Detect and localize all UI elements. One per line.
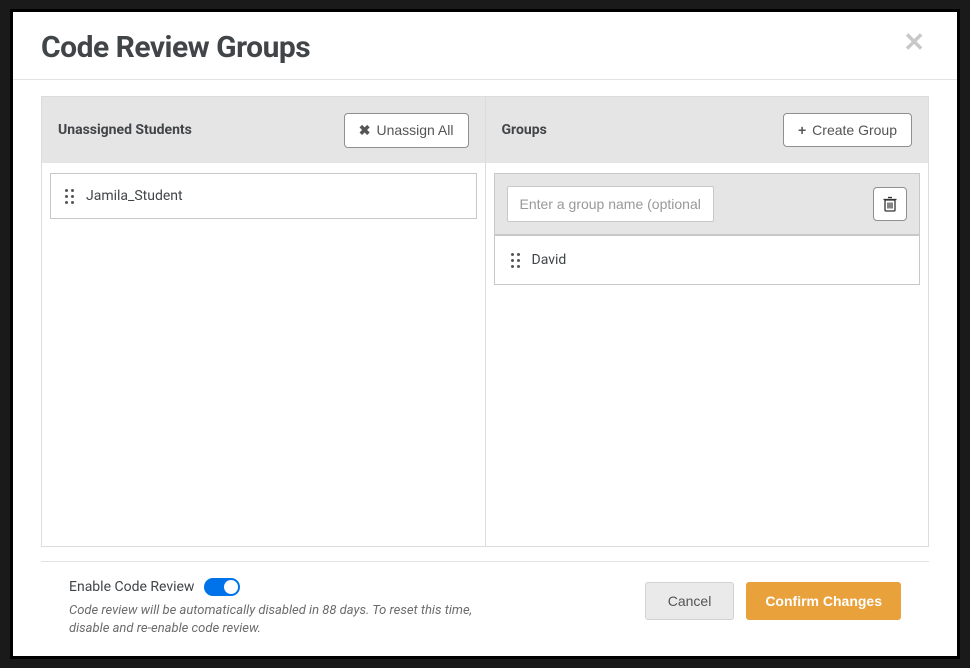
groups-panel-header: Groups + Create Group <box>486 97 929 163</box>
unassign-all-label: Unassign All <box>376 122 453 138</box>
delete-group-button[interactable] <box>873 187 907 221</box>
footer-left: Enable Code Review Code review will be a… <box>69 578 489 638</box>
modal-body: Unassigned Students ✖ Unassign All Jamil… <box>13 80 957 656</box>
unassigned-panel-title: Unassigned Students <box>58 122 192 138</box>
drag-handle-icon[interactable] <box>509 253 522 268</box>
member-name: David <box>532 252 567 268</box>
unassigned-students-panel: Unassigned Students ✖ Unassign All Jamil… <box>42 97 486 546</box>
unassign-all-button[interactable]: ✖ Unassign All <box>344 113 469 148</box>
plus-icon: + <box>798 122 806 138</box>
cancel-button[interactable]: Cancel <box>645 582 735 620</box>
footer-right: Cancel Confirm Changes <box>645 582 901 620</box>
helper-text: Code review will be automatically disabl… <box>69 602 489 638</box>
groups-list: David <box>486 163 929 546</box>
group-block: David <box>494 173 921 285</box>
groups-panel: Groups + Create Group <box>486 97 929 546</box>
enable-code-review-toggle[interactable] <box>204 578 240 596</box>
x-icon: ✖ <box>359 122 371 139</box>
member-item[interactable]: David <box>505 246 910 274</box>
drag-handle-icon[interactable] <box>63 189 76 204</box>
code-review-groups-modal: Code Review Groups ✕ Unassigned Students… <box>10 9 960 659</box>
trash-icon <box>883 196 897 212</box>
group-members: David <box>495 236 920 284</box>
group-name-input[interactable] <box>507 186 714 222</box>
unassigned-list: Jamila_Student <box>42 163 485 546</box>
student-name: Jamila_Student <box>86 188 183 204</box>
modal-header: Code Review Groups ✕ <box>13 12 957 80</box>
toggle-knob <box>224 580 238 594</box>
student-item[interactable]: Jamila_Student <box>50 173 477 219</box>
panels: Unassigned Students ✖ Unassign All Jamil… <box>41 96 929 547</box>
create-group-label: Create Group <box>812 122 897 138</box>
enable-code-review-label: Enable Code Review <box>69 579 194 595</box>
confirm-changes-button[interactable]: Confirm Changes <box>746 582 901 620</box>
enable-toggle-row: Enable Code Review <box>69 578 489 596</box>
groups-panel-title: Groups <box>502 122 547 138</box>
group-header <box>495 174 920 236</box>
unassigned-panel-header: Unassigned Students ✖ Unassign All <box>42 97 485 163</box>
create-group-button[interactable]: + Create Group <box>783 113 912 147</box>
close-icon[interactable]: ✕ <box>899 30 929 56</box>
modal-title: Code Review Groups <box>41 30 310 65</box>
modal-footer: Enable Code Review Code review will be a… <box>41 561 929 656</box>
